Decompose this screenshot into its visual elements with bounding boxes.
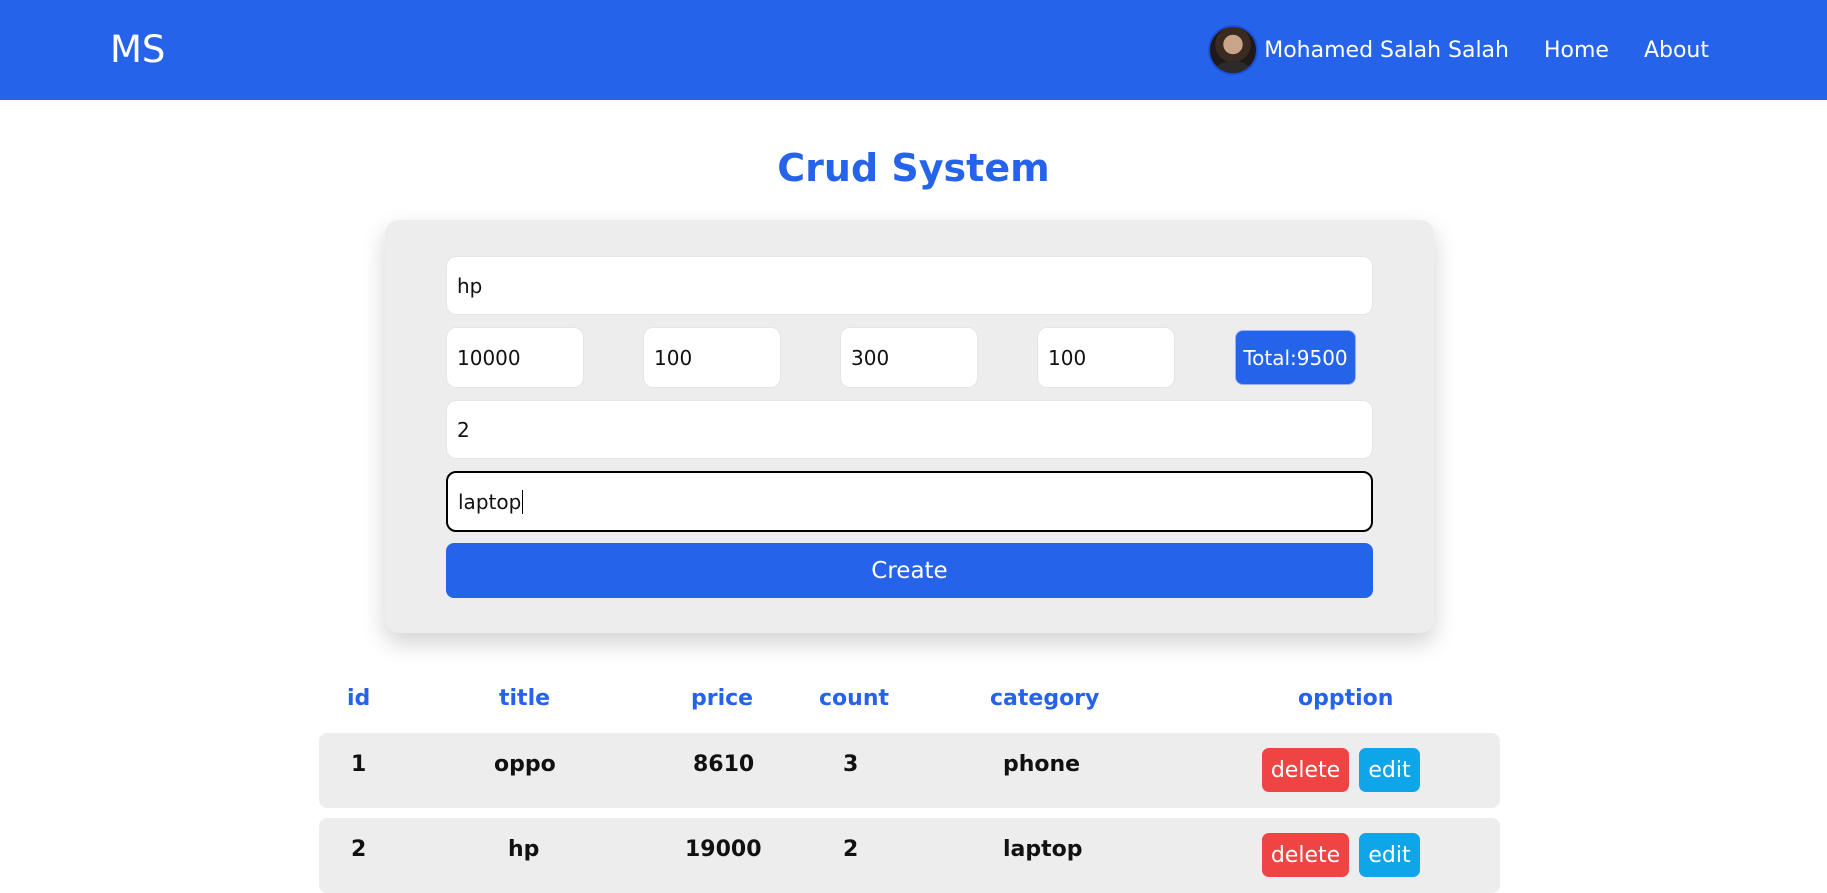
cell-title: oppo bbox=[494, 752, 556, 777]
count-input[interactable]: 2 bbox=[446, 400, 1373, 459]
cell-count: 3 bbox=[843, 752, 859, 777]
cell-category: phone bbox=[1003, 752, 1081, 777]
discount-input[interactable]: 100 bbox=[1037, 327, 1175, 388]
table-row: 2 hp 19000 2 laptop delete edit bbox=[319, 818, 1500, 893]
ads-input-value: 300 bbox=[851, 345, 890, 370]
page-title: Crud System bbox=[777, 146, 1050, 190]
edit-button[interactable]: edit bbox=[1359, 833, 1420, 877]
nav-link-home[interactable]: Home bbox=[1544, 38, 1609, 63]
category-input-value: laptop bbox=[458, 489, 522, 514]
title-input[interactable]: hp bbox=[446, 256, 1373, 315]
ads-input[interactable]: 300 bbox=[840, 327, 978, 388]
discount-input-value: 100 bbox=[1048, 345, 1087, 370]
category-input[interactable]: laptop bbox=[446, 471, 1373, 532]
delete-button[interactable]: delete bbox=[1262, 833, 1349, 877]
table-row: 1 oppo 8610 3 phone delete edit bbox=[319, 733, 1500, 808]
cell-category: laptop bbox=[1003, 837, 1083, 862]
cell-count: 2 bbox=[843, 837, 859, 862]
user-name[interactable]: Mohamed Salah Salah bbox=[1264, 38, 1509, 63]
taxes-input-value: 100 bbox=[654, 345, 693, 370]
avatar[interactable] bbox=[1208, 25, 1259, 75]
price-input-value: 10000 bbox=[457, 345, 521, 370]
cell-id: 2 bbox=[351, 837, 367, 862]
cell-price: 8610 bbox=[693, 752, 755, 777]
column-header-option: opption bbox=[1298, 686, 1394, 711]
nav-link-about[interactable]: About bbox=[1644, 38, 1709, 63]
delete-button[interactable]: delete bbox=[1262, 748, 1349, 792]
taxes-input[interactable]: 100 bbox=[643, 327, 781, 388]
total-badge: Total:9500 bbox=[1235, 330, 1356, 385]
title-input-value: hp bbox=[457, 273, 483, 298]
column-header-count: count bbox=[819, 686, 889, 711]
edit-button[interactable]: edit bbox=[1359, 748, 1420, 792]
text-caret bbox=[522, 489, 524, 514]
navbar: MS Mohamed Salah Salah Home About bbox=[0, 0, 1827, 100]
column-header-price: price bbox=[691, 686, 754, 711]
column-header-title: title bbox=[499, 686, 551, 711]
count-input-value: 2 bbox=[457, 417, 470, 442]
create-button[interactable]: Create bbox=[446, 543, 1373, 598]
cell-id: 1 bbox=[351, 752, 367, 777]
column-header-category: category bbox=[990, 686, 1100, 711]
nav-right: Mohamed Salah Salah Home About bbox=[1208, 24, 1709, 76]
cell-price: 19000 bbox=[685, 837, 762, 862]
logo[interactable]: MS bbox=[110, 26, 165, 74]
column-header-id: id bbox=[347, 686, 371, 711]
cell-title: hp bbox=[508, 837, 540, 862]
price-input[interactable]: 10000 bbox=[446, 327, 584, 388]
